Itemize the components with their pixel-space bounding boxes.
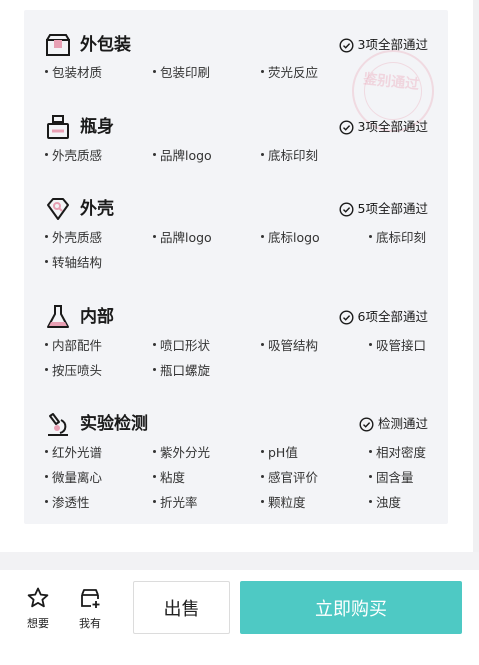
section-header: 内部 6项全部通过 (24, 302, 448, 332)
mine-label: 我有 (79, 617, 101, 630)
check-item: 转轴结构 (45, 255, 102, 271)
diamond-shell-icon (47, 198, 69, 220)
check-item: 红外光谱 (45, 445, 102, 461)
check-item: 微量离心 (45, 470, 102, 486)
section-title: 内部 (80, 307, 114, 327)
check-item: 包装材质 (45, 65, 102, 81)
section-title: 外壳 (80, 199, 114, 219)
check-circle-icon (339, 119, 354, 135)
check-item: 折光率 (153, 495, 198, 511)
section-status: 检测通过 (359, 415, 428, 433)
section-status: 6项全部通过 (339, 308, 428, 326)
check-item: 外壳质感 (45, 148, 102, 164)
flask-icon (47, 305, 69, 328)
star-icon (27, 587, 49, 608)
check-item: 吸管结构 (261, 338, 318, 354)
section-title: 外包装 (80, 35, 131, 55)
check-item: 品牌logo (153, 230, 212, 246)
check-item: 底标印刻 (261, 148, 318, 164)
check-item: 品牌logo (153, 148, 212, 164)
check-item: 喷口形状 (153, 338, 210, 354)
check-item: 底标印刻 (369, 230, 426, 246)
section-divider (0, 552, 479, 570)
box-add-icon (81, 589, 100, 608)
check-item: pH值 (261, 445, 298, 461)
package-box-icon (46, 34, 70, 56)
bottom-action-bar: 想要 我有 出售 立即购买 (0, 570, 479, 665)
check-circle-icon (359, 416, 374, 432)
section-status: 5项全部通过 (339, 200, 428, 218)
sell-button[interactable]: 出售 (133, 581, 230, 634)
check-item: 荧光反应 (261, 65, 318, 81)
check-item: 内部配件 (45, 338, 102, 354)
check-item: 瓶口螺旋 (153, 363, 210, 379)
mine-button[interactable]: 我有 (70, 586, 110, 631)
check-circle-icon (339, 37, 354, 53)
section-title: 实验检测 (80, 414, 148, 434)
product-authentication-page: 鉴别通过 外包装 3项全部通过 包装材质 包装印刷 荧光反应 瓶身 3项全部通过… (0, 0, 479, 665)
section-title: 瓶身 (80, 117, 114, 137)
scroll-edge (473, 0, 479, 552)
check-circle-icon (339, 309, 354, 325)
check-item: 颗粒度 (261, 495, 306, 511)
want-button[interactable]: 想要 (18, 586, 58, 631)
want-label: 想要 (27, 617, 49, 630)
check-item: 包装印刷 (153, 65, 210, 81)
check-item: 固含量 (369, 470, 414, 486)
check-item: 粘度 (153, 470, 185, 486)
check-item: 浊度 (369, 495, 401, 511)
check-item: 渗透性 (45, 495, 90, 511)
section-header: 外壳 5项全部通过 (24, 194, 448, 224)
check-item: 按压喷头 (45, 363, 102, 379)
check-item: 相对密度 (369, 445, 426, 461)
section-header: 瓶身 3项全部通过 (24, 112, 448, 142)
check-item: 感官评价 (261, 470, 318, 486)
section-header: 外包装 3项全部通过 (24, 30, 448, 60)
check-item: 紫外分光 (153, 445, 210, 461)
section-status: 3项全部通过 (339, 118, 428, 136)
microscope-icon (48, 413, 68, 436)
check-item: 外壳质感 (45, 230, 102, 246)
check-item: 底标logo (261, 230, 320, 246)
bottle-icon (47, 115, 69, 139)
check-item: 吸管接口 (369, 338, 426, 354)
buy-now-button[interactable]: 立即购买 (240, 581, 462, 634)
check-circle-icon (339, 201, 354, 217)
section-header: 实验检测 检测通过 (24, 409, 448, 439)
section-status: 3项全部通过 (339, 36, 428, 54)
